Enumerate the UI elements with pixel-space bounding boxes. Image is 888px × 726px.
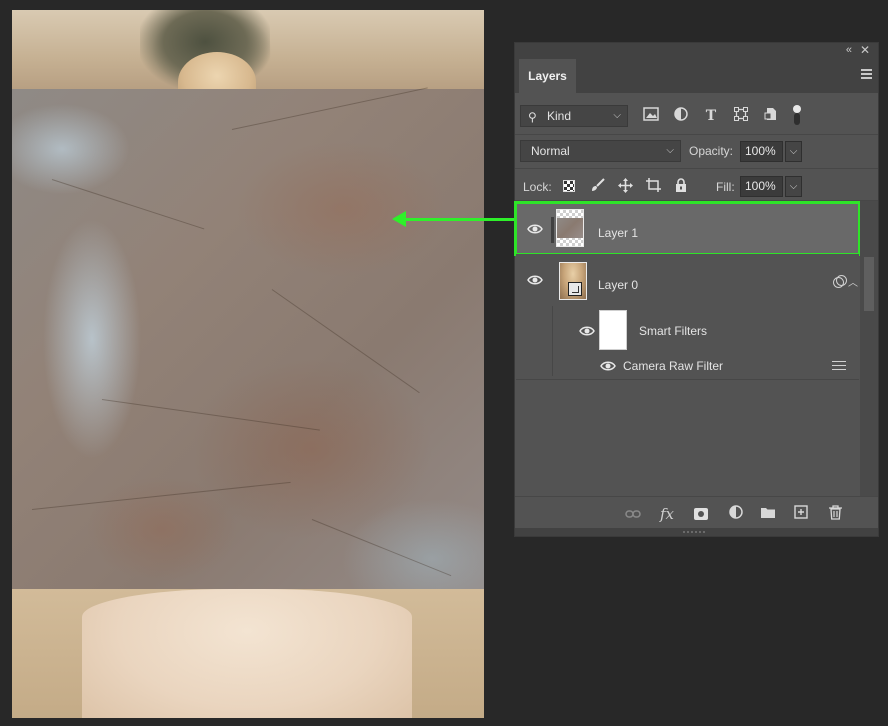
chevron-down-icon: ⌵ bbox=[666, 145, 674, 156]
layer-name[interactable]: Layer 0 bbox=[598, 278, 638, 292]
opacity-input[interactable]: 100% bbox=[740, 141, 783, 162]
divider bbox=[515, 168, 878, 169]
fill-label: Fill: bbox=[716, 180, 735, 194]
delete-layer-trash-icon[interactable] bbox=[826, 505, 844, 523]
white-dress bbox=[82, 589, 412, 718]
scrollbar-track[interactable] bbox=[860, 201, 878, 496]
photo-bottom-region bbox=[12, 589, 484, 718]
filter-kind-label: Kind bbox=[547, 109, 572, 123]
type-filter-icon[interactable]: T bbox=[702, 107, 720, 125]
blend-mode-value: Normal bbox=[531, 144, 570, 158]
filter-row-camera-raw[interactable]: Camera Raw Filter bbox=[516, 352, 859, 380]
texture-layer-image bbox=[12, 87, 484, 589]
visibility-eye-icon[interactable] bbox=[527, 221, 543, 237]
smart-filter-indicator-icon[interactable] bbox=[833, 275, 847, 288]
search-icon: ⚲ bbox=[528, 110, 537, 124]
scrollbar-thumb[interactable] bbox=[864, 257, 874, 311]
lock-transparent-pixels-icon[interactable] bbox=[563, 180, 575, 192]
smart-filters-row[interactable]: Smart Filters bbox=[516, 306, 859, 376]
divider bbox=[515, 134, 878, 135]
layer-list: Layer 1 Layer 0 ︿ Smart Filters Camera R… bbox=[514, 201, 861, 496]
document-canvas[interactable] bbox=[12, 10, 484, 718]
blend-mode-dropdown[interactable]: Normal ⌵ bbox=[520, 140, 681, 162]
visibility-eye-icon[interactable] bbox=[527, 272, 543, 288]
clip-indicator bbox=[551, 217, 554, 243]
layer-row-layer-1[interactable]: Layer 1 bbox=[514, 201, 861, 256]
tab-layers[interactable]: Layers bbox=[519, 59, 576, 93]
opacity-label: Opacity: bbox=[689, 144, 734, 158]
panel-resize-grip[interactable] bbox=[515, 528, 878, 536]
lock-all-icon[interactable] bbox=[673, 178, 689, 194]
chevron-down-icon: ⌵ bbox=[613, 110, 621, 121]
lock-position-icon[interactable] bbox=[617, 178, 633, 194]
close-panel-button[interactable]: ✕ bbox=[860, 43, 870, 57]
shape-filter-icon[interactable] bbox=[732, 107, 750, 125]
filter-name[interactable]: Camera Raw Filter bbox=[623, 359, 723, 373]
fill-input[interactable]: 100% bbox=[740, 176, 783, 197]
panel-footer-toolbar: fx bbox=[515, 496, 878, 530]
layer-style-fx-icon[interactable]: fx bbox=[658, 505, 676, 523]
new-adjustment-layer-icon[interactable] bbox=[727, 505, 745, 523]
annotation-arrow-line bbox=[404, 218, 517, 221]
lock-label: Lock: bbox=[523, 180, 552, 194]
panel-tab-row: Layers bbox=[515, 59, 878, 93]
image-filter-icon[interactable] bbox=[642, 107, 660, 125]
new-group-folder-icon[interactable] bbox=[759, 505, 777, 523]
new-layer-icon[interactable] bbox=[792, 505, 810, 523]
layer-name[interactable]: Layer 1 bbox=[598, 226, 638, 240]
lock-image-pixels-icon[interactable] bbox=[590, 178, 606, 194]
toggle-track bbox=[794, 113, 800, 125]
link-layers-icon[interactable] bbox=[624, 505, 642, 523]
opacity-slider-button[interactable]: ⌵ bbox=[785, 141, 802, 162]
fill-slider-button[interactable]: ⌵ bbox=[785, 176, 802, 197]
panel-title-bar[interactable]: « ✕ bbox=[515, 43, 878, 59]
layer-thumbnail bbox=[556, 209, 584, 247]
toggle-knob bbox=[793, 105, 801, 113]
filter-blending-options-icon[interactable] bbox=[832, 360, 846, 372]
filter-kind-dropdown[interactable]: ⚲ Kind ⌵ bbox=[520, 105, 628, 127]
smart-object-filter-icon[interactable] bbox=[762, 107, 780, 125]
smart-filters-label: Smart Filters bbox=[639, 324, 708, 338]
filter-toggle-switch[interactable] bbox=[793, 105, 801, 127]
panel-menu-icon[interactable] bbox=[861, 69, 872, 79]
annotation-arrow-head bbox=[392, 211, 406, 227]
adjustment-filter-icon[interactable] bbox=[672, 107, 690, 125]
photo-top-region bbox=[12, 10, 484, 112]
lock-artboard-icon[interactable] bbox=[645, 178, 661, 194]
collapse-effects-chevron-icon[interactable]: ︿ bbox=[848, 274, 858, 289]
visibility-eye-icon[interactable] bbox=[579, 323, 595, 339]
collapse-panel-button[interactable]: « bbox=[846, 44, 852, 56]
layers-panel: « ✕ Layers ⚲ Kind ⌵ T Normal ⌵ Opacity: … bbox=[514, 42, 879, 537]
add-mask-icon[interactable] bbox=[692, 505, 710, 523]
smart-object-badge-icon bbox=[568, 282, 582, 296]
filter-mask-thumbnail[interactable] bbox=[599, 310, 627, 350]
layer-row-layer-0[interactable]: Layer 0 ︿ bbox=[516, 254, 859, 306]
visibility-eye-icon[interactable] bbox=[600, 358, 616, 374]
